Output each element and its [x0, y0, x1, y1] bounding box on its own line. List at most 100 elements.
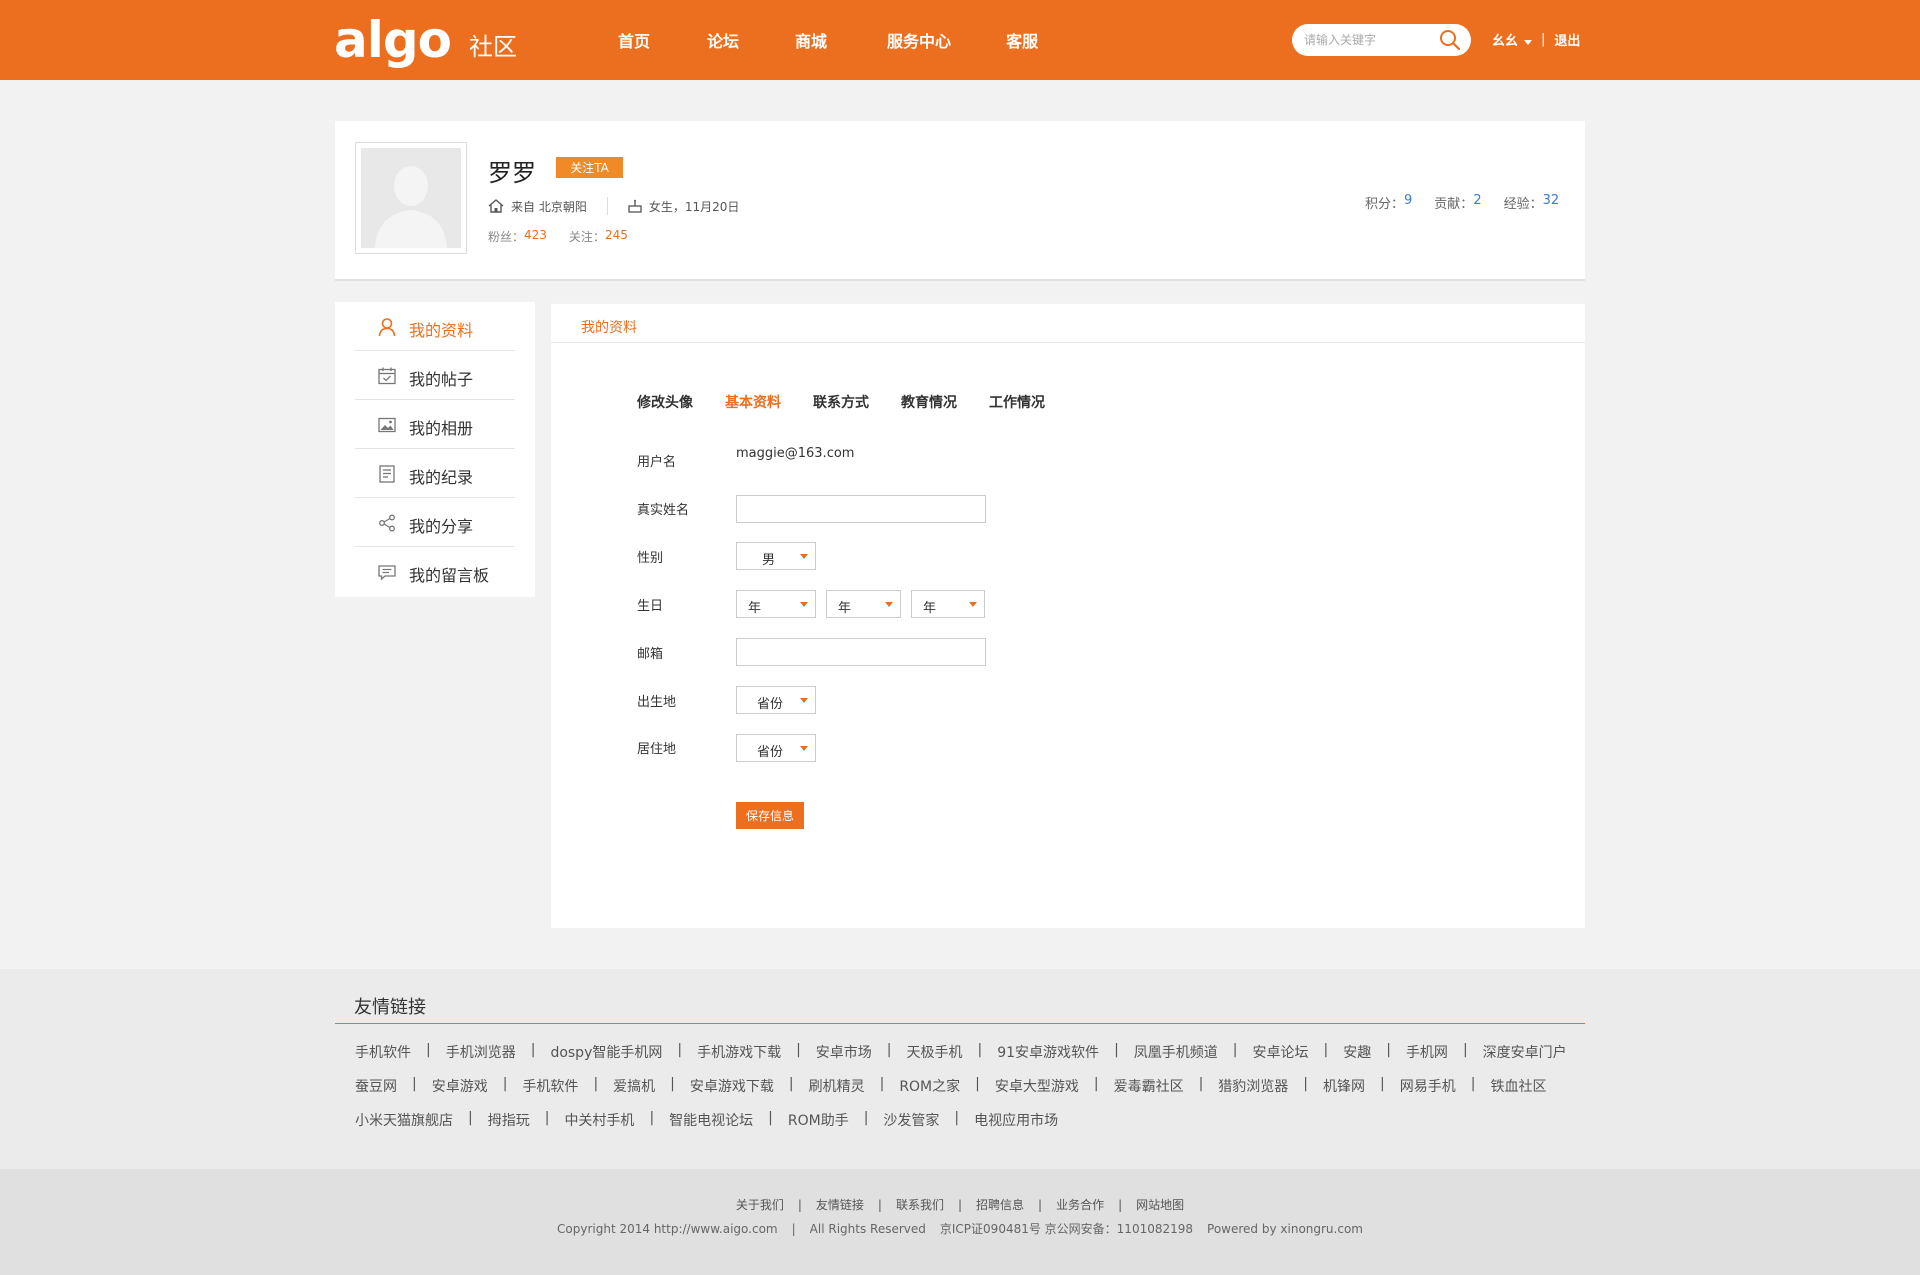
friend-link-separator: | — [1462, 1042, 1468, 1058]
birthday-year-select[interactable]: 年 — [736, 590, 816, 618]
copyright: Copyright 2014 http://www.aigo.com | All R… — [0, 1220, 1920, 1237]
footer-link[interactable]: 友情链接 — [816, 1198, 864, 1212]
fans-label: 粉丝： — [488, 230, 525, 244]
sidebar-item-share[interactable]: 我的分享 — [355, 498, 515, 547]
tab-avatar[interactable]: 修改头像 — [637, 392, 693, 412]
friend-link-separator: | — [530, 1042, 536, 1058]
friend-link[interactable]: 中关村手机 — [564, 1110, 634, 1130]
friend-link[interactable]: 机锋网 — [1323, 1076, 1365, 1096]
nav-item-forum[interactable]: 论坛 — [707, 28, 739, 52]
site-logo[interactable]: algo 社区 — [334, 8, 517, 72]
nav-item-home[interactable]: 首页 — [618, 28, 650, 52]
friend-link[interactable]: dospy智能手机网 — [550, 1042, 662, 1062]
birthday-day-select[interactable]: 年 — [911, 590, 985, 618]
sidebar-item-label: 我的相册 — [409, 419, 474, 438]
experience-value: 32 — [1542, 193, 1560, 208]
chevron-down-icon — [800, 602, 808, 607]
friend-link[interactable]: 天极手机 — [907, 1042, 963, 1062]
friend-link[interactable]: 沙发管家 — [883, 1110, 939, 1130]
sidebar-item-profile[interactable]: 我的资料 — [355, 302, 515, 351]
birthplace-select[interactable]: 省份 — [736, 686, 816, 714]
search-icon[interactable] — [1439, 29, 1461, 51]
nav-item-service[interactable]: 服务中心 — [887, 28, 951, 52]
friend-link[interactable]: 手机浏览器 — [446, 1042, 516, 1062]
friend-link-separator: | — [977, 1042, 983, 1058]
friend-link[interactable]: 91安卓游戏软件 — [997, 1042, 1099, 1062]
friend-link-separator: | — [677, 1042, 683, 1058]
friend-link[interactable]: 智能电视论坛 — [669, 1110, 753, 1130]
footer-link[interactable]: 业务合作 — [1056, 1198, 1104, 1212]
friend-link[interactable]: 安卓大型游戏 — [995, 1076, 1079, 1096]
tab-education[interactable]: 教育情况 — [901, 392, 957, 412]
friend-link[interactable]: 猎豹浏览器 — [1218, 1076, 1288, 1096]
residence-select[interactable]: 省份 — [736, 734, 816, 762]
sidebar-item-records[interactable]: 我的纪录 — [355, 449, 515, 498]
friend-link[interactable]: 蚕豆网 — [355, 1076, 397, 1096]
friend-link[interactable]: 网易手机 — [1400, 1076, 1456, 1096]
friend-link[interactable]: 刷机精灵 — [809, 1076, 865, 1096]
username-dropdown[interactable]: 幺幺 — [1492, 30, 1533, 49]
nav-item-mall[interactable]: 商城 — [795, 28, 827, 52]
friend-link[interactable]: 安趣 — [1343, 1042, 1371, 1062]
nav-item-support[interactable]: 客服 — [1006, 28, 1038, 52]
friend-link[interactable]: 安卓市场 — [816, 1042, 872, 1062]
birthday-label: 生日 — [637, 599, 664, 614]
fans-count[interactable]: 423 — [524, 228, 547, 245]
avatar[interactable] — [355, 142, 467, 254]
friend-link[interactable]: 电视应用市场 — [974, 1110, 1058, 1130]
footer-link-separator: | — [797, 1198, 802, 1212]
friend-link-separator: | — [1093, 1076, 1099, 1092]
footer-link[interactable]: 关于我们 — [736, 1198, 784, 1212]
logout-link[interactable]: 退出 — [1554, 30, 1580, 49]
tab-work[interactable]: 工作情况 — [989, 392, 1045, 412]
chevron-down-icon — [885, 602, 893, 607]
footer-link-separator: | — [877, 1198, 882, 1212]
profile-card: 罗罗 关注TA 来自 北京朝阳 女生，11月20日 粉丝： 423 关注： 24… — [335, 121, 1585, 281]
friend-link[interactable]: 铁血社区 — [1490, 1076, 1546, 1096]
friend-link[interactable]: ROM之家 — [899, 1076, 960, 1096]
realname-field[interactable] — [736, 495, 986, 523]
friend-link[interactable]: ROM助手 — [788, 1110, 849, 1130]
friend-link[interactable]: 爱搞机 — [613, 1076, 655, 1096]
sidebar-item-posts[interactable]: 我的帖子 — [355, 351, 515, 400]
friend-link[interactable]: 手机软件 — [355, 1042, 411, 1062]
footer-link[interactable]: 招聘信息 — [976, 1198, 1024, 1212]
friend-link[interactable]: 小米天猫旗舰店 — [355, 1110, 453, 1130]
friend-link[interactable]: 凤凰手机频道 — [1134, 1042, 1218, 1062]
powered-text: Powered by xinongru.com — [1207, 1222, 1363, 1236]
tab-contact[interactable]: 联系方式 — [813, 392, 869, 412]
friend-link[interactable]: 手机网 — [1406, 1042, 1448, 1062]
friend-link-separator: | — [1323, 1042, 1329, 1058]
sidebar-item-label: 我的资料 — [409, 321, 474, 340]
friend-link[interactable]: 安卓游戏下载 — [690, 1076, 774, 1096]
birthday-month-select[interactable]: 年 — [826, 590, 901, 618]
sidebar-item-album[interactable]: 我的相册 — [355, 400, 515, 449]
follow-button[interactable]: 关注TA — [556, 157, 623, 178]
friend-link[interactable]: 手机软件 — [522, 1076, 578, 1096]
birthplace-value: 省份 — [757, 697, 784, 712]
following-count[interactable]: 245 — [605, 228, 628, 245]
search-input[interactable] — [1304, 30, 1434, 50]
footer-link[interactable]: 网站地图 — [1136, 1198, 1184, 1212]
email-field[interactable] — [736, 638, 986, 666]
save-button[interactable]: 保存信息 — [736, 802, 804, 829]
friend-link[interactable]: 安卓论坛 — [1253, 1042, 1309, 1062]
realname-label: 真实姓名 — [637, 503, 690, 518]
gender-select[interactable]: 男 — [736, 542, 816, 570]
friend-link[interactable]: 安卓游戏 — [432, 1076, 488, 1096]
friend-link[interactable]: 爱毒霸社区 — [1114, 1076, 1184, 1096]
contribution-label: 贡献： — [1434, 197, 1474, 212]
friend-link-separator: | — [1386, 1042, 1391, 1058]
sidebar-item-messages[interactable]: 我的留言板 — [355, 547, 515, 596]
profile-tabs: 修改头像 基本资料 联系方式 教育情况 工作情况 — [637, 392, 1077, 412]
footer-link[interactable]: 联系我们 — [896, 1198, 944, 1212]
tab-basic-info[interactable]: 基本资料 — [725, 392, 781, 412]
sidebar-item-label: 我的分享 — [409, 517, 474, 536]
sidebar-item-label: 我的纪录 — [409, 468, 474, 487]
friend-link[interactable]: 深度安卓门户 — [1483, 1042, 1567, 1062]
friend-links-section: 友情链接 手机软件 | 手机浏览器 | dospy智能手机网 | 手机游戏下载 | 安卓市场 | 天… — [0, 969, 1920, 1169]
friend-link[interactable]: 手机游戏下载 — [697, 1042, 781, 1062]
username: 幺幺 — [1492, 34, 1519, 49]
birthday-year-value: 年 — [748, 601, 762, 616]
friend-link[interactable]: 拇指玩 — [488, 1110, 530, 1130]
